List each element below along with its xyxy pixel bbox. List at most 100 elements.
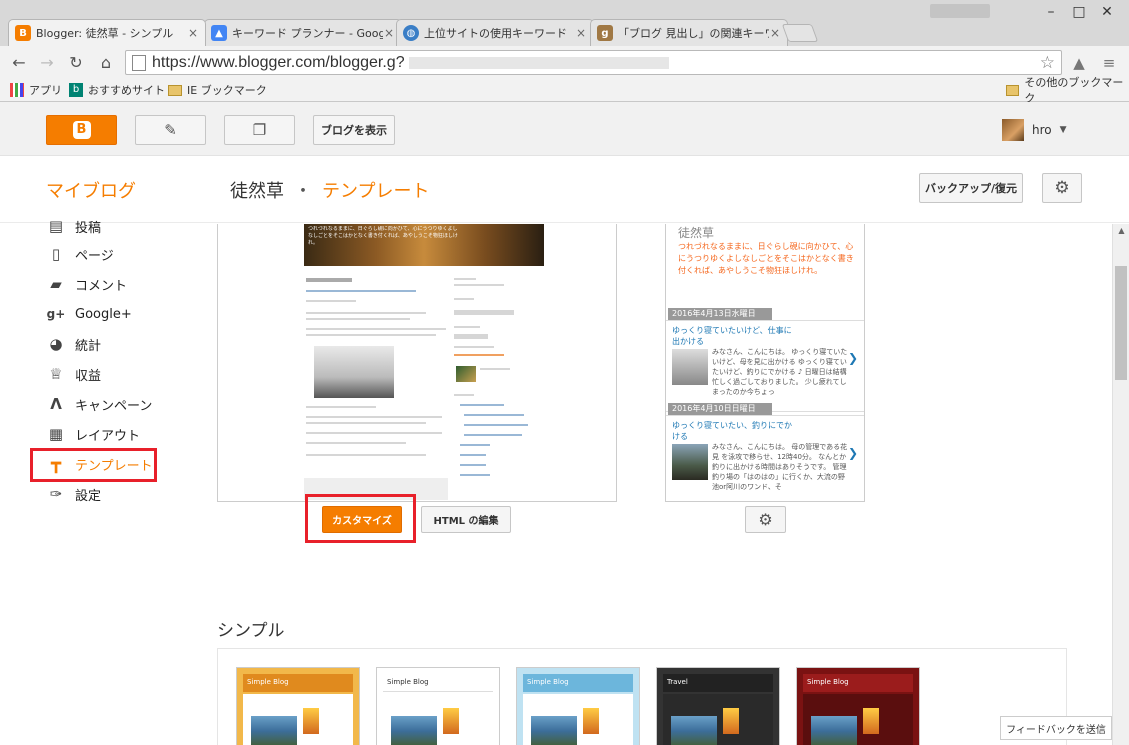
apps-grid-icon xyxy=(10,83,24,97)
template-thumb[interactable]: Simple Blog xyxy=(516,667,640,745)
preview-archive-line xyxy=(464,434,522,436)
scroll-up-icon[interactable]: ▲ xyxy=(1113,226,1129,235)
thumb-photo xyxy=(531,716,577,745)
browser-tab-keyword-planner[interactable]: ▲ キーワード プランナー - Google × xyxy=(204,19,402,46)
sidebar-item-comments[interactable]: ▰ コメント xyxy=(46,272,127,296)
thumb-title: Travel xyxy=(663,674,773,692)
section-title-simple: シンプル xyxy=(217,621,285,641)
browser-tab-blogger[interactable]: B Blogger: 徒然草 - シンプル × xyxy=(8,19,206,46)
blogger-header: B ✎ ❐ ブログを表示 hro ▼ xyxy=(0,102,1129,156)
preview-sidebar-line xyxy=(454,334,488,339)
address-bar[interactable]: https://www.blogger.com/blogger.g? ☆ xyxy=(125,50,1062,75)
sidebar-item-google-plus[interactable]: g+ Google+ xyxy=(46,302,132,326)
edit-html-button[interactable]: HTML の編集 xyxy=(421,506,511,533)
preview-archive-line xyxy=(460,464,486,466)
forward-icon[interactable]: → xyxy=(36,52,58,74)
bookmark-label: IE ブックマーク xyxy=(187,84,267,97)
mobile-template-preview[interactable]: 徒然草 つれづれなるままに、日ぐらし硯に向かひて、心にうつりゆくよしなしごとをそ… xyxy=(665,224,865,502)
sidebar-item-label: 投稿 xyxy=(75,220,102,236)
preview-sidebar-line xyxy=(454,354,504,356)
g-icon: g xyxy=(597,25,613,41)
blog-name: 徒然草 xyxy=(230,181,284,202)
preview-sidebar-line xyxy=(454,346,494,348)
folder-icon xyxy=(168,84,182,96)
mobile-settings-button[interactable]: ⚙ xyxy=(745,506,786,533)
blogger-home-button[interactable]: B xyxy=(46,115,117,145)
settings-gear-button[interactable]: ⚙ xyxy=(1042,173,1082,203)
back-icon[interactable]: ← xyxy=(8,52,30,74)
chevron-down-icon: ▼ xyxy=(1059,125,1067,135)
scrollbar-thumb[interactable] xyxy=(1115,266,1127,380)
sidebar-item-posts[interactable]: ▤ 投稿 xyxy=(46,214,101,238)
close-icon[interactable]: × xyxy=(383,26,395,40)
home-icon[interactable]: ⌂ xyxy=(95,52,117,74)
window-close-icon[interactable]: ✕ xyxy=(1096,4,1118,20)
thumb-photo xyxy=(811,716,857,745)
minimize-icon[interactable]: – xyxy=(1040,4,1062,20)
preview-post-date: 2016年4月13日水曜日 xyxy=(668,308,772,320)
thumb-photo xyxy=(671,716,717,745)
sidebar-item-layout[interactable]: ▦ レイアウト xyxy=(46,422,140,446)
preview-post-title: ゆっくり寝ていたい、釣りにでかける xyxy=(672,421,792,441)
pencil-icon: ✎ xyxy=(164,121,177,139)
preview-line xyxy=(306,416,442,418)
drive-icon[interactable]: ▲ xyxy=(1070,54,1088,72)
thumb-photo xyxy=(723,708,739,734)
template-thumb[interactable]: Travel xyxy=(656,667,780,745)
bookmark-recommended[interactable]: b おすすめサイト xyxy=(69,81,165,99)
close-icon[interactable]: × xyxy=(187,26,199,40)
preview-line xyxy=(306,432,442,434)
preview-line xyxy=(306,406,376,408)
new-tab-button[interactable] xyxy=(781,24,819,42)
backup-restore-button[interactable]: バックアップ/復元 xyxy=(919,173,1023,203)
new-post-button[interactable]: ✎ xyxy=(135,115,206,145)
sidebar-item-campaigns[interactable]: Λ キャンペーン xyxy=(46,392,152,416)
google-plus-icon: g+ xyxy=(46,307,66,321)
sidebar: ▤ 投稿 ▯ ページ ▰ コメント g+ Google+ ◕ 統計 ♕ 収益 Λ… xyxy=(0,217,200,745)
chevron-right-icon: ❯ xyxy=(847,351,858,365)
sidebar-item-stats[interactable]: ◕ 統計 xyxy=(46,332,101,356)
posts-list-button[interactable]: ❐ xyxy=(224,115,295,145)
my-blog-link[interactable]: マイブログ xyxy=(46,177,136,203)
preview-post-title xyxy=(306,290,416,292)
browser-toolbar: ← → ↻ ⌂ https://www.blogger.com/blogger.… xyxy=(0,46,1129,78)
send-feedback-button[interactable]: フィードバックを送信 xyxy=(1000,716,1112,740)
template-thumb[interactable]: Simple Blog xyxy=(376,667,500,745)
maximize-icon[interactable]: □ xyxy=(1068,4,1090,20)
preview-header-quote: つれづれなるままに、日ぐらし硯に向かひて、心にうつりゆくよしなしごとをそこはかと… xyxy=(308,226,458,246)
menu-icon[interactable]: ≡ xyxy=(1100,54,1118,72)
bookmark-other[interactable]: その他のブックマーク xyxy=(1006,76,1129,105)
account-menu[interactable]: hro ▼ xyxy=(1002,119,1067,141)
preview-blog-title: 徒然草 xyxy=(678,226,715,240)
desktop-template-preview[interactable]: つれづれなるままに、日ぐらし硯に向かひて、心にうつりゆくよしなしごとをそこはかと… xyxy=(217,224,617,502)
preview-line xyxy=(306,422,426,424)
thumb-photo xyxy=(583,708,599,734)
tab-title: 「ブログ 見出し」の関連キーワー xyxy=(618,27,769,40)
page-scrollbar[interactable]: ▲ xyxy=(1112,224,1129,745)
sidebar-item-settings[interactable]: ✑ 設定 xyxy=(46,482,101,506)
preview-post-text: みなさん、こんにちは。 ゆっくり寝ていたいけど、母を見に出かける ゆっくり寝てい… xyxy=(712,348,848,395)
browser-tab-top-sites[interactable]: ◍ 上位サイトの使用キーワード × xyxy=(396,19,594,46)
thumb-title: Simple Blog xyxy=(383,674,493,692)
preview-line xyxy=(306,312,426,314)
sidebar-item-pages[interactable]: ▯ ページ xyxy=(46,242,114,266)
bookmark-star-icon[interactable]: ☆ xyxy=(1040,53,1055,73)
preview-post: ゆっくり寝ていたいけど、仕事に出かける みなさん、こんにちは。 ゆっくり寝ていた… xyxy=(666,320,864,412)
bookmark-ie[interactable]: IE ブックマーク xyxy=(168,81,267,99)
bookmark-apps[interactable]: アプリ xyxy=(10,81,62,99)
close-icon[interactable]: × xyxy=(769,26,781,40)
tab-title: キーワード プランナー - Google xyxy=(232,27,383,40)
close-icon[interactable]: × xyxy=(575,26,587,40)
browser-tab-related-keywords[interactable]: g 「ブログ 見出し」の関連キーワー × xyxy=(590,19,788,46)
folder-icon xyxy=(1006,84,1020,96)
template-thumb[interactable]: Simple Blog xyxy=(796,667,920,745)
gear-icon: ⚙ xyxy=(1054,178,1070,198)
sidebar-item-earnings[interactable]: ♕ 収益 xyxy=(46,362,101,386)
profile-name-blurred xyxy=(930,4,990,18)
bookmark-label: アプリ xyxy=(29,84,62,97)
tab-title: 上位サイトの使用キーワード xyxy=(424,27,567,40)
template-thumb[interactable]: Simple Blog xyxy=(236,667,360,745)
view-blog-button[interactable]: ブログを表示 xyxy=(313,115,395,145)
preview-search-box xyxy=(454,310,514,315)
reload-icon[interactable]: ↻ xyxy=(65,52,87,74)
